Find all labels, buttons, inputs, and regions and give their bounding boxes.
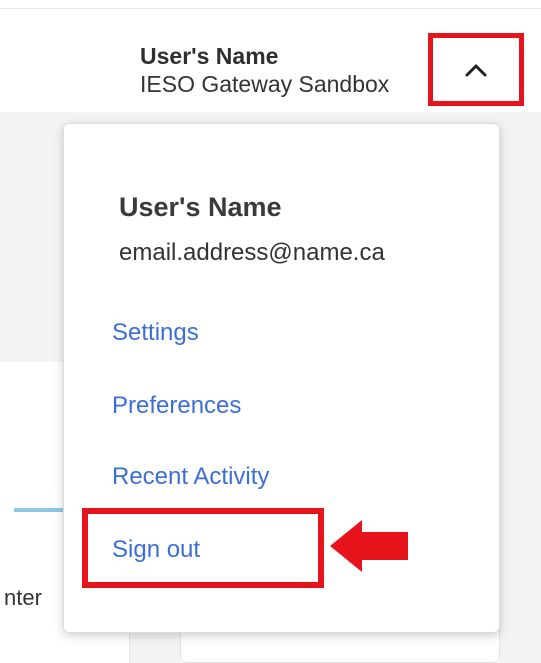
chevron-up-icon[interactable]	[464, 62, 488, 78]
background-text: nter	[4, 585, 42, 610]
menu-user-email: email.address@name.ca	[119, 239, 385, 266]
header-divider	[0, 8, 541, 9]
background-panel	[0, 112, 18, 362]
background-panel	[500, 112, 541, 663]
menu-item-recent-activity[interactable]: Recent Activity	[112, 463, 269, 491]
sign-out-highlight-box	[82, 508, 324, 588]
menu-item-preferences[interactable]: Preferences	[112, 392, 241, 420]
header-org-name: IESO Gateway Sandbox	[140, 71, 390, 97]
menu-user-name: User's Name	[119, 192, 282, 222]
header-user-name: User's Name	[140, 43, 279, 69]
menu-item-settings[interactable]: Settings	[112, 319, 199, 347]
header-user-info[interactable]: User's Name IESO Gateway Sandbox	[140, 42, 389, 98]
user-menu-toggle-button[interactable]	[428, 33, 524, 106]
arrow-left-icon	[328, 518, 412, 579]
progress-bar	[14, 508, 64, 512]
